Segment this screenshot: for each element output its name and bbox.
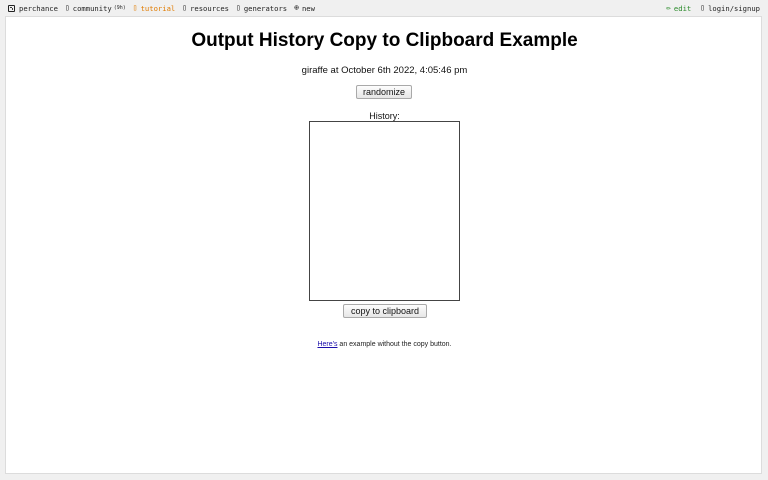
grid-icon: ▯ [236, 3, 241, 12]
nav-tutorial-label: tutorial [140, 3, 176, 13]
chat-icon: ▯ [64, 3, 70, 12]
pencil-icon: ✏ [666, 3, 671, 12]
history-label: History: [369, 111, 400, 121]
nav-generators[interactable]: ▯ generators [236, 4, 287, 13]
nav-resources[interactable]: ▯ resources [182, 4, 229, 13]
nav-login[interactable]: ▯ login/signup [700, 4, 760, 13]
footer-note-text: an example without the copy button. [337, 341, 452, 348]
generator-panel: Output History Copy to Clipboard Example… [5, 16, 762, 474]
nav-perchance-label: perchance [19, 3, 58, 13]
randomize-button[interactable]: randomize [356, 85, 412, 99]
top-nav-right: ✏ edit ▯ login/signup [657, 0, 760, 16]
nav-generators-label: generators [243, 3, 288, 13]
copy-to-clipboard-button[interactable]: copy to clipboard [343, 304, 427, 318]
nav-community-count: (9h) [113, 5, 126, 11]
nav-new-label: new [301, 3, 315, 13]
top-nav-bar: perchance ▯ community (9h) ▯ tutorial ▯ … [0, 0, 768, 16]
plus-circle-icon: ⊕ [294, 3, 299, 12]
user-icon: ▯ [700, 3, 706, 12]
nav-community-label: community [72, 3, 112, 13]
page-title: Output History Copy to Clipboard Example [191, 30, 578, 51]
footer-note: Here's an example without the copy butto… [6, 341, 763, 348]
nav-login-label: login/signup [708, 3, 760, 13]
nav-resources-label: resources [190, 3, 230, 13]
book-icon: ▯ [132, 3, 138, 12]
history-textarea[interactable] [309, 121, 460, 301]
nav-edit-label: edit [673, 3, 692, 13]
nav-tutorial[interactable]: ▯ tutorial [133, 4, 175, 13]
folder-icon: ▯ [182, 3, 188, 12]
top-nav-left: perchance ▯ community (9h) ▯ tutorial ▯ … [8, 0, 322, 16]
dice-icon [8, 4, 15, 12]
nav-community[interactable]: ▯ community (9h) [65, 4, 126, 13]
output-text: giraffe at October 6th 2022, 4:05:46 pm [301, 65, 468, 76]
nav-new[interactable]: ⊕ new [294, 4, 315, 13]
nav-perchance[interactable]: perchance [8, 4, 58, 13]
nav-edit[interactable]: ✏ edit [666, 4, 691, 13]
example-link[interactable]: Here's [317, 341, 337, 348]
